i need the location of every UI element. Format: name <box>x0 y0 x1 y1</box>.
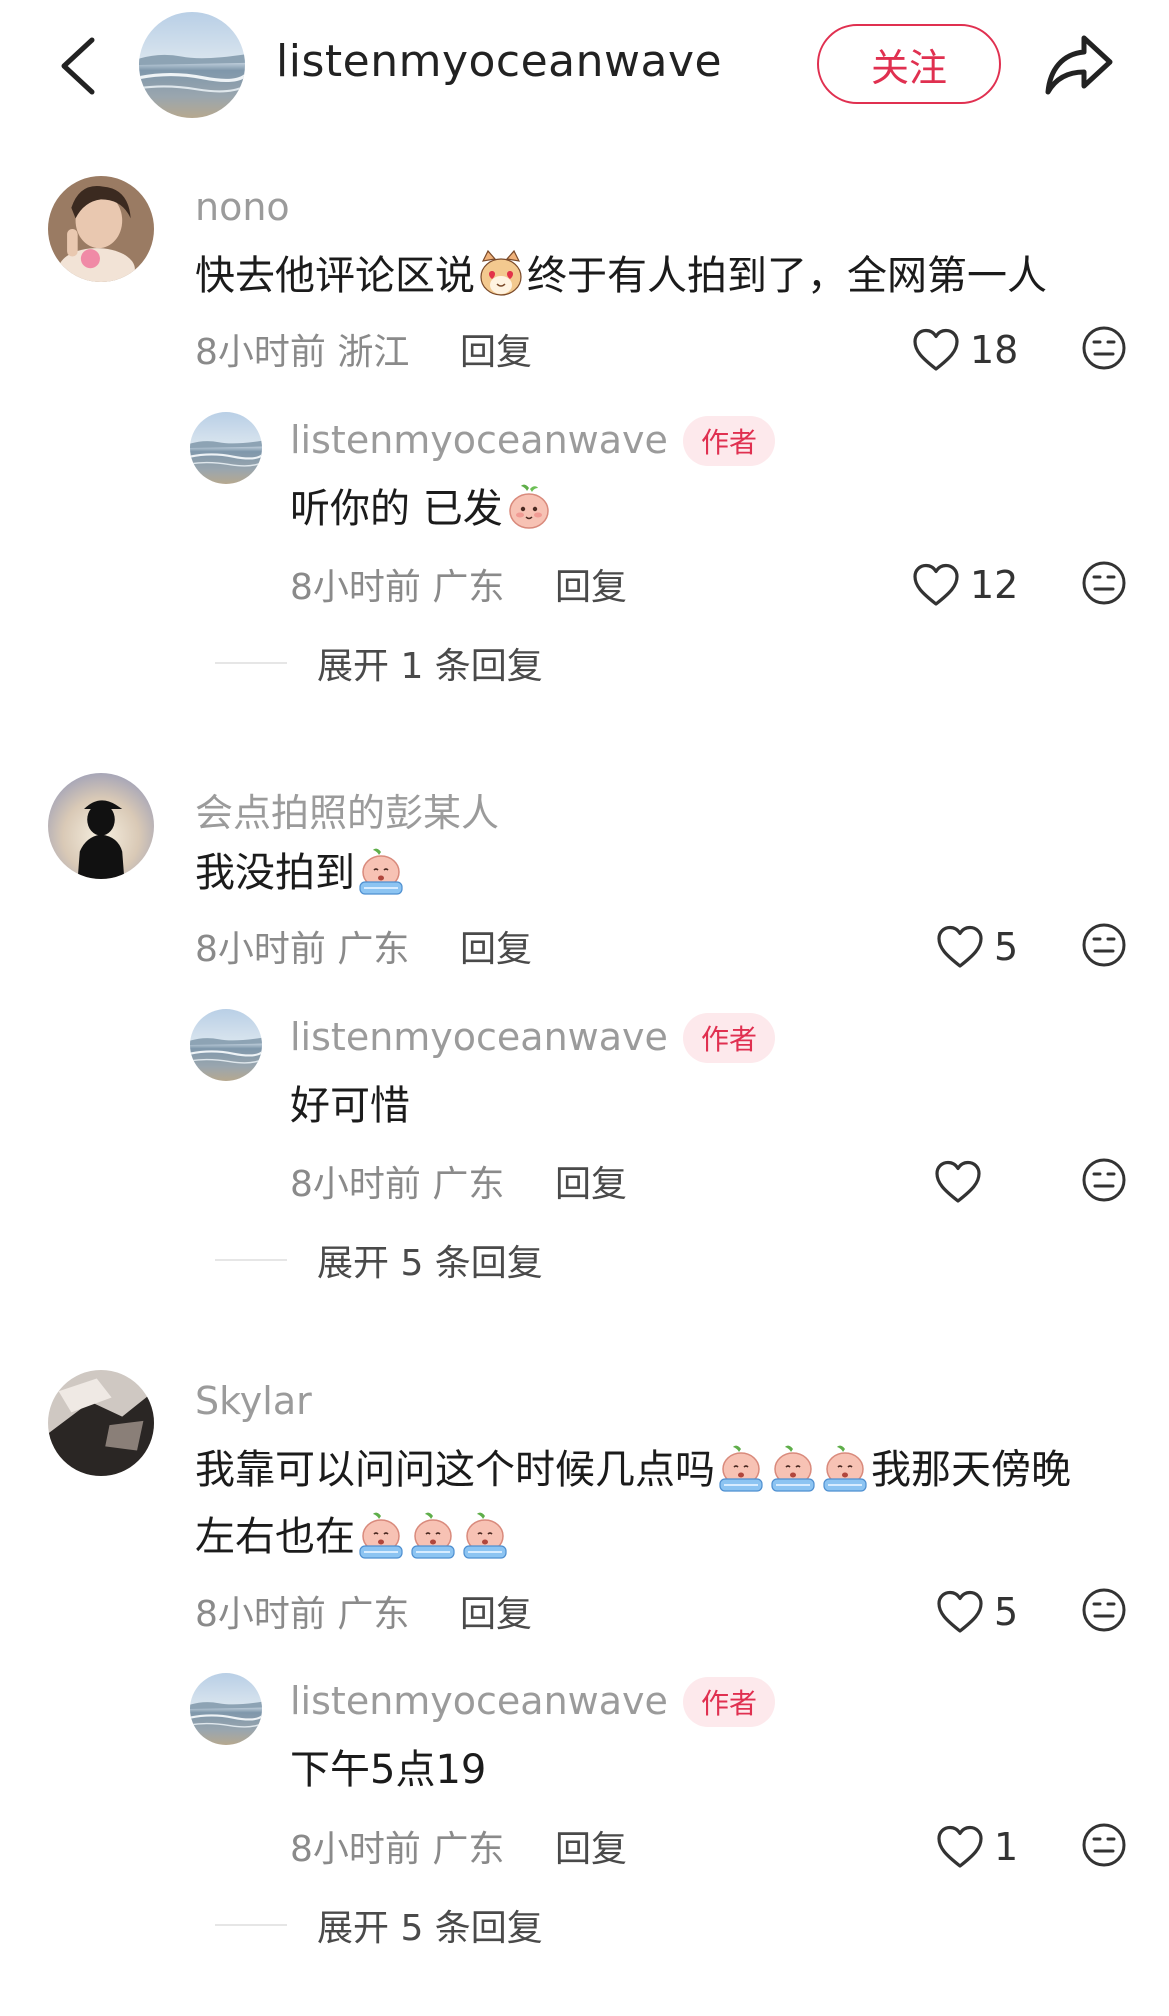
comment-text: 快去他评论区说 终于有人拍到了，全网第一人 <box>195 243 1047 309</box>
comment-text: 我没拍到 <box>195 840 407 906</box>
heart-icon <box>912 562 960 608</box>
peach-tears-icon <box>716 1443 766 1493</box>
reply-avatar[interactable] <box>190 1009 262 1081</box>
reply-button[interactable]: 回复 <box>460 1585 532 1637</box>
expand-replies-button[interactable]: 展开 1 条回复 <box>215 638 543 688</box>
peach-tears-icon <box>820 1443 870 1493</box>
comment-text-line1: 我靠可以问问这个时候几点吗 我那天傍晚 <box>195 1437 1071 1503</box>
like-button[interactable] <box>934 1152 992 1212</box>
reply-username[interactable]: listenmyoceanwave <box>290 1015 668 1059</box>
comment-username[interactable]: 会点拍照的彭某人 <box>195 782 499 837</box>
peach-tears-icon <box>356 1510 406 1560</box>
like-count: 1 <box>994 1825 1019 1869</box>
reply-meta: 8小时前 广东 <box>290 567 505 608</box>
heart-icon <box>936 1589 984 1635</box>
dislike-face-icon[interactable] <box>1080 921 1128 969</box>
comment-text-line2: 左右也在 <box>195 1504 511 1570</box>
like-count: 18 <box>970 328 1019 372</box>
reply-avatar[interactable] <box>190 1673 262 1745</box>
reply-meta: 8小时前 广东 <box>290 1829 505 1870</box>
reply-button[interactable]: 回复 <box>555 1820 627 1872</box>
comment-username[interactable]: Skylar <box>195 1379 312 1423</box>
author-avatar[interactable] <box>139 12 245 118</box>
peach-crying-icon <box>356 846 406 896</box>
like-count: 5 <box>994 1590 1019 1634</box>
avatar-penmouren[interactable] <box>48 773 154 879</box>
expand-replies-button[interactable]: 展开 5 条回复 <box>215 1900 543 1950</box>
expand-replies-button[interactable]: 展开 5 条回复 <box>215 1235 543 1285</box>
top-bar: listenmyoceanwave 关注 <box>0 0 1169 140</box>
dislike-face-icon[interactable] <box>1080 559 1128 607</box>
avatar-skylar[interactable] <box>48 1370 154 1476</box>
author-badge: 作者 <box>683 1013 776 1063</box>
divider <box>215 1259 287 1261</box>
peach-shy-icon <box>504 482 554 532</box>
reply-username[interactable]: listenmyoceanwave <box>290 1679 668 1723</box>
heart-eyes-cat-icon <box>476 249 526 299</box>
comment-meta: 8小时前 广东 <box>195 929 410 970</box>
avatar-nono[interactable] <box>48 176 154 282</box>
reply-avatar[interactable] <box>190 412 262 484</box>
share-button[interactable] <box>1040 30 1120 100</box>
dislike-face-icon[interactable] <box>1080 1586 1128 1634</box>
comment-meta: 8小时前 广东 <box>195 1594 410 1635</box>
peach-tears-icon <box>460 1510 510 1560</box>
divider <box>215 1924 287 1926</box>
reply-button[interactable]: 回复 <box>555 558 627 610</box>
reply-button[interactable]: 回复 <box>460 323 532 375</box>
reply-text: 听你的 已发 <box>290 476 555 542</box>
like-count: 5 <box>994 925 1019 969</box>
reply-button[interactable]: 回复 <box>555 1155 627 1207</box>
dislike-face-icon[interactable] <box>1080 1156 1128 1204</box>
dislike-face-icon[interactable] <box>1080 324 1128 372</box>
like-button[interactable]: 18 <box>912 320 1018 380</box>
reply-text: 好可惜 <box>290 1083 410 1129</box>
heart-icon <box>936 924 984 970</box>
like-button[interactable]: 12 <box>912 555 1018 615</box>
author-badge: 作者 <box>683 416 776 466</box>
peach-tears-icon <box>768 1443 818 1493</box>
back-button[interactable] <box>50 30 110 102</box>
comment-username[interactable]: nono <box>195 185 290 229</box>
like-button[interactable]: 5 <box>936 917 1018 977</box>
share-arrow-icon <box>1045 35 1113 95</box>
chevron-left-icon <box>61 37 95 95</box>
heart-icon <box>912 327 960 373</box>
follow-button[interactable]: 关注 <box>817 24 1001 104</box>
divider <box>215 662 287 664</box>
author-badge: 作者 <box>683 1677 776 1727</box>
like-button[interactable]: 5 <box>936 1582 1018 1642</box>
reply-button[interactable]: 回复 <box>460 920 532 972</box>
author-username[interactable]: listenmyoceanwave <box>276 36 722 87</box>
like-count: 12 <box>970 563 1019 607</box>
reply-text: 下午5点19 <box>290 1747 487 1793</box>
peach-tears-icon <box>408 1510 458 1560</box>
reply-meta: 8小时前 广东 <box>290 1164 505 1205</box>
heart-icon <box>936 1824 984 1870</box>
reply-username[interactable]: listenmyoceanwave <box>290 418 668 462</box>
dislike-face-icon[interactable] <box>1080 1821 1128 1869</box>
comment-meta: 8小时前 浙江 <box>195 332 410 373</box>
like-button[interactable]: 1 <box>936 1817 1018 1877</box>
heart-icon <box>934 1159 982 1205</box>
